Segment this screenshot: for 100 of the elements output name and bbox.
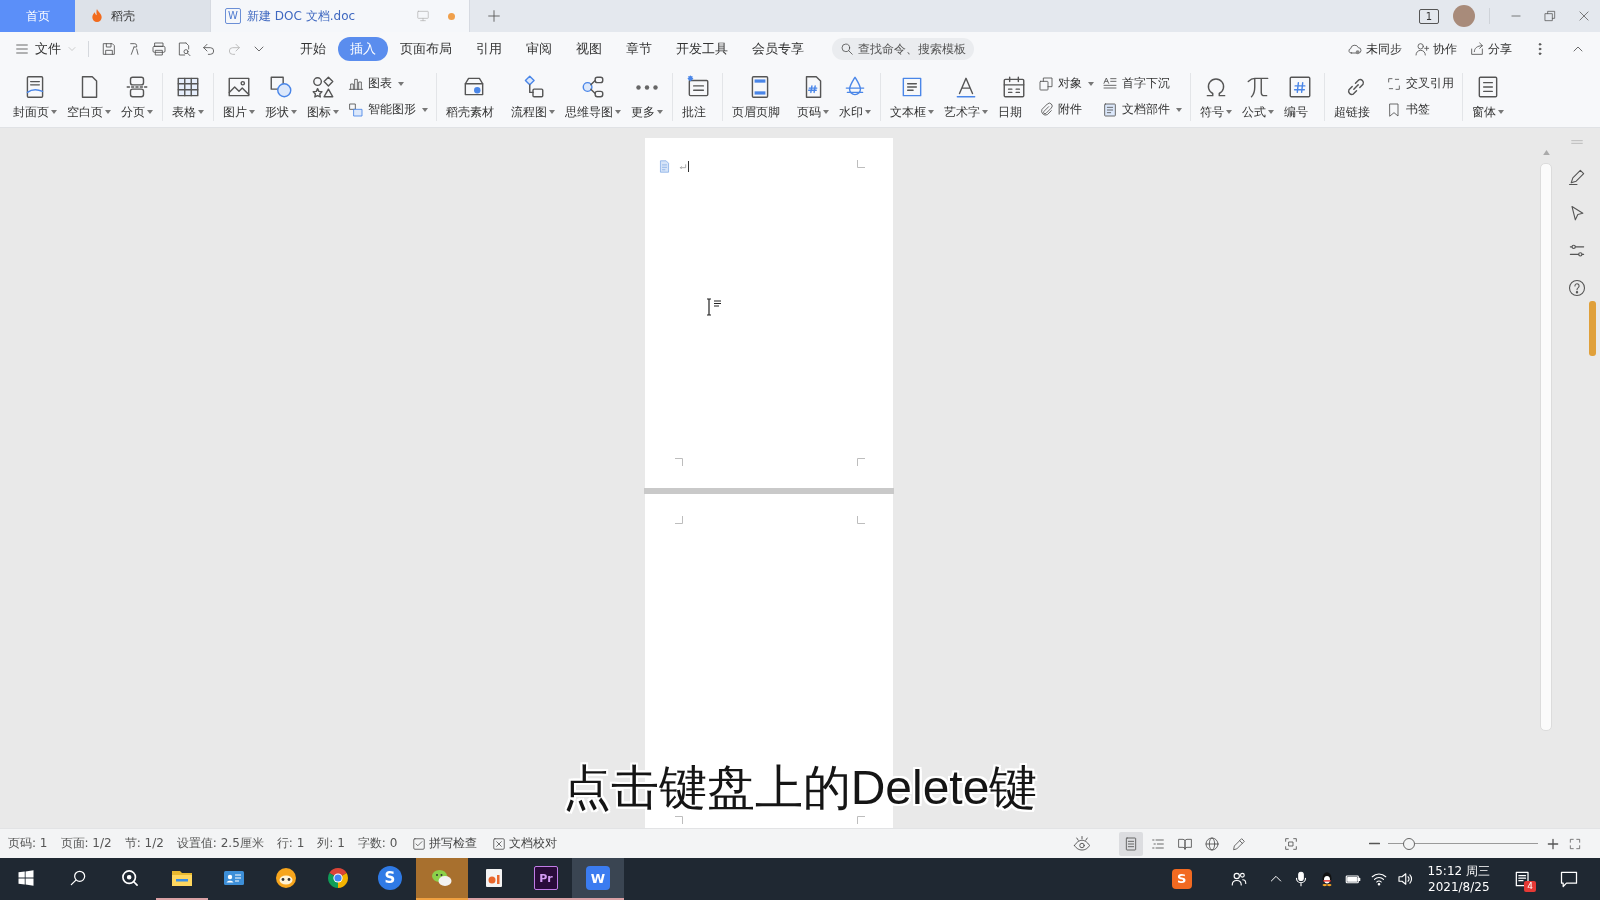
avatar-icon[interactable] bbox=[1453, 5, 1475, 27]
fit-page-icon[interactable] bbox=[1283, 835, 1299, 852]
print-preview-icon bbox=[176, 41, 192, 57]
ribbon-button[interactable]: 批注 bbox=[677, 72, 718, 121]
ribbon-button[interactable]: 文档部件 bbox=[1102, 99, 1182, 120]
people-icon[interactable] bbox=[1229, 870, 1248, 888]
help-icon[interactable] bbox=[1567, 278, 1587, 298]
zoom-in-icon[interactable] bbox=[1546, 836, 1560, 851]
caret-icon bbox=[398, 81, 404, 86]
ribbon-tab[interactable]: 视图 bbox=[564, 37, 614, 61]
notification-badge: 4 bbox=[1524, 881, 1536, 892]
save-icon bbox=[101, 41, 117, 57]
ribbon-button[interactable]: 对象 bbox=[1038, 73, 1094, 94]
ribbon-button[interactable]: 流程图 bbox=[506, 72, 560, 121]
ribbon-tab[interactable]: 开始 bbox=[288, 37, 338, 61]
view-button[interactable] bbox=[1119, 831, 1143, 856]
ribbon-button[interactable]: 封面页 bbox=[8, 72, 62, 121]
paperclip-icon bbox=[1038, 101, 1054, 118]
window-count[interactable]: 1 bbox=[1419, 8, 1439, 24]
flame-icon bbox=[89, 8, 105, 24]
zoom-out-icon[interactable] bbox=[1369, 842, 1380, 845]
speaker-icon[interactable] bbox=[1395, 870, 1414, 888]
taskbar-app[interactable]: W bbox=[572, 858, 624, 900]
ribbon-tab[interactable]: 开发工具 bbox=[664, 37, 740, 61]
mind-map-icon bbox=[580, 74, 606, 100]
caret-icon bbox=[1088, 81, 1094, 86]
margin-mark-icon bbox=[857, 160, 865, 168]
caret-icon bbox=[291, 110, 297, 114]
status-text: 字数: 0 bbox=[357, 835, 398, 852]
eye-icon[interactable] bbox=[1073, 834, 1091, 853]
ribbon-tab[interactable]: 引用 bbox=[464, 37, 514, 61]
notification-button[interactable]: 4 bbox=[1504, 858, 1542, 900]
ribbon-button[interactable]: 图表 bbox=[348, 73, 428, 94]
pen-icon[interactable] bbox=[1567, 167, 1587, 187]
caret-icon bbox=[823, 110, 829, 114]
shape-grid-icon bbox=[310, 74, 336, 100]
window-tab[interactable]: W 新建 DOC 文档.doc bbox=[210, 0, 470, 32]
ribbon-button[interactable]: 稻壳素材 bbox=[441, 72, 506, 121]
clock-time: 15:12 周三 bbox=[1427, 863, 1490, 879]
person-plus-icon bbox=[1414, 41, 1430, 57]
status-button[interactable]: 文档校对 bbox=[492, 835, 558, 852]
ribbon-button[interactable]: 超链接 bbox=[1329, 72, 1382, 121]
toolbar-button[interactable]: 协作 bbox=[1414, 40, 1457, 58]
caret-icon bbox=[198, 110, 204, 114]
ribbon-button[interactable]: 书签 bbox=[1386, 99, 1454, 120]
caret-icon bbox=[333, 110, 339, 114]
restore-icon bbox=[1543, 9, 1557, 23]
ribbon-button[interactable]: 图片 bbox=[218, 72, 260, 121]
ribbon-tab[interactable]: 会员专享 bbox=[740, 37, 816, 61]
speech-bubble-icon bbox=[1559, 869, 1579, 889]
ribbon-button[interactable]: 首字下沉 bbox=[1102, 73, 1182, 94]
ribbon-button[interactable]: 窗体 bbox=[1467, 72, 1509, 121]
margin-mark-icon bbox=[675, 816, 683, 824]
ribbon-button[interactable]: 艺术字 bbox=[939, 72, 993, 121]
ribbon-button[interactable]: 形状 bbox=[260, 72, 302, 121]
side-handle[interactable] bbox=[1589, 301, 1596, 356]
ribbon-button[interactable]: 页码 bbox=[792, 72, 834, 121]
zoom-slider-thumb[interactable] bbox=[1403, 837, 1415, 850]
check-box-icon bbox=[412, 836, 427, 851]
caret-icon bbox=[147, 110, 153, 114]
ribbon-tab[interactable]: 章节 bbox=[614, 37, 664, 61]
scrollbar-thumb[interactable] bbox=[1540, 163, 1552, 731]
ribbon-button[interactable]: 页眉页脚 bbox=[727, 72, 792, 121]
status-button[interactable]: 拼写检查 bbox=[412, 835, 478, 852]
ribbon-button[interactable]: 符号 bbox=[1195, 72, 1237, 121]
ribbon-button[interactable]: 智能图形 bbox=[348, 99, 428, 120]
x-box-icon bbox=[492, 836, 507, 851]
ribbon-button[interactable]: 编号 bbox=[1279, 72, 1320, 121]
ribbon-tab[interactable]: 审阅 bbox=[514, 37, 564, 61]
page-view-icon bbox=[1123, 835, 1139, 852]
file-menu-button[interactable]: 文件 bbox=[14, 40, 78, 58]
ribbon-button[interactable]: 水印 bbox=[834, 72, 876, 121]
toolbar-button[interactable]: 分享 bbox=[1469, 40, 1512, 58]
ribbon-button[interactable]: 更多 bbox=[626, 72, 668, 121]
toolbar-button[interactable]: 未同步 bbox=[1347, 40, 1402, 58]
ribbon-tab[interactable]: 页面布局 bbox=[388, 37, 464, 61]
status-text: 页码: 1 bbox=[8, 835, 48, 852]
ribbon-button[interactable]: 思维导图 bbox=[560, 72, 626, 121]
ribbon-button[interactable]: 日期 bbox=[993, 72, 1034, 121]
fullscreen-icon[interactable] bbox=[1568, 836, 1582, 851]
ribbon-button[interactable]: 空白页 bbox=[62, 72, 116, 121]
clock[interactable]: 15:12 周三 2021/8/25 bbox=[1421, 863, 1496, 895]
search-field[interactable]: 查找命令、搜索模板 bbox=[832, 38, 974, 60]
ribbon-button[interactable]: 公式 bbox=[1237, 72, 1279, 121]
app-logo: Pr bbox=[534, 866, 558, 890]
ribbon-button[interactable]: 附件 bbox=[1038, 99, 1094, 120]
unsaved-dot bbox=[448, 12, 455, 20]
ribbon-button[interactable]: 文本框 bbox=[885, 72, 939, 121]
taskbar-app[interactable]: S bbox=[364, 858, 416, 900]
bookmark-icon bbox=[1386, 101, 1402, 118]
margin-mark-icon bbox=[857, 816, 865, 824]
ribbon-button[interactable]: 交叉引用 bbox=[1386, 73, 1454, 94]
paragraph-mark-icon bbox=[679, 162, 687, 171]
wifi-icon[interactable] bbox=[1369, 870, 1388, 888]
ribbon-button[interactable]: 表格 bbox=[167, 72, 209, 121]
ribbon-button[interactable]: 图标 bbox=[302, 72, 344, 121]
window-tab[interactable]: 稻壳 bbox=[75, 0, 210, 32]
ribbon-button[interactable]: 分页 bbox=[116, 72, 158, 121]
margin-mark-icon bbox=[857, 516, 865, 524]
plus-icon bbox=[486, 8, 502, 24]
